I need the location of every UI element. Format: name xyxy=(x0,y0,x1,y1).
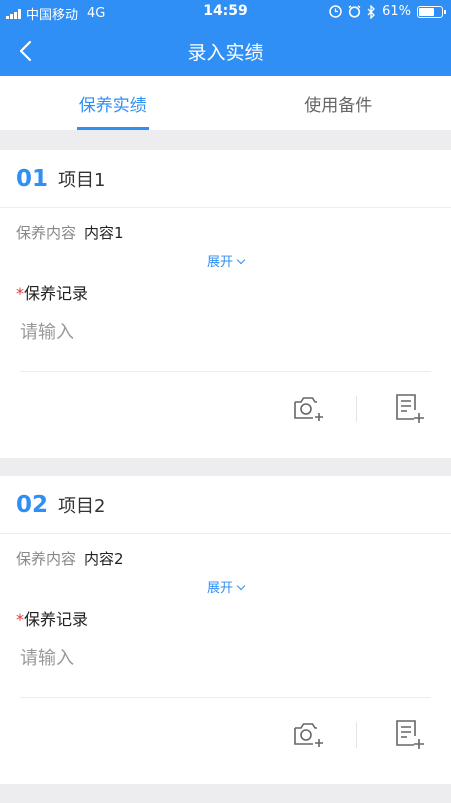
tab-maintenance-results[interactable]: 保养实绩 xyxy=(0,76,226,130)
content-value: 内容1 xyxy=(84,224,124,242)
content-value: 内容2 xyxy=(84,550,124,568)
content-row: 保养内容 内容2 xyxy=(0,548,451,569)
tab-active-indicator xyxy=(76,127,149,130)
page-title: 录入实绩 xyxy=(187,42,264,64)
required-mark: * xyxy=(16,284,24,303)
item-name: 项目2 xyxy=(58,495,106,517)
expand-button[interactable]: 展开 xyxy=(0,577,451,596)
expand-button[interactable]: 展开 xyxy=(0,251,451,270)
record-placeholder: 请输入 xyxy=(20,648,74,669)
top-bar: 中国移动 4G 14:59 61% 录入实绩 xyxy=(0,0,451,76)
tab-spare-parts[interactable]: 使用备件 xyxy=(226,76,451,130)
note-add-icon[interactable] xyxy=(394,718,424,750)
item-number: 02 xyxy=(16,491,49,518)
tab-label: 使用备件 xyxy=(304,96,373,116)
chevron-down-icon xyxy=(236,255,246,265)
expand-label: 展开 xyxy=(206,255,233,270)
required-mark: * xyxy=(16,610,24,629)
battery-fill xyxy=(419,7,434,16)
actions-divider xyxy=(356,722,357,748)
battery-icon xyxy=(417,5,446,18)
camera-add-icon[interactable] xyxy=(292,720,324,748)
item-number: 01 xyxy=(16,165,49,192)
tab-bar: 保养实绩 使用备件 xyxy=(0,76,451,130)
card-header: 01 项目1 xyxy=(0,150,451,208)
camera-add-icon[interactable] xyxy=(292,394,324,422)
tab-label: 保养实绩 xyxy=(78,96,147,116)
record-label: 保养记录 xyxy=(24,610,89,629)
note-add-icon[interactable] xyxy=(394,392,424,424)
item-card: 02 项目2 保养内容 内容2 展开 *保养记录 请输入 xyxy=(0,476,451,784)
record-input[interactable]: 请输入 xyxy=(20,630,431,698)
card-header: 02 项目2 xyxy=(0,476,451,534)
record-label: 保养记录 xyxy=(24,284,89,303)
status-bar: 中国移动 4G 14:59 61% xyxy=(0,0,451,26)
expand-label: 展开 xyxy=(206,581,233,596)
card-actions xyxy=(0,372,451,446)
record-placeholder: 请输入 xyxy=(20,322,74,343)
actions-divider xyxy=(356,396,357,422)
content-label: 保养内容 xyxy=(16,550,77,568)
card-actions xyxy=(0,698,451,772)
item-card: 01 项目1 保养内容 内容1 展开 *保养记录 请输入 xyxy=(0,150,451,458)
content-row: 保养内容 内容1 xyxy=(0,222,451,243)
chevron-down-icon xyxy=(236,581,246,591)
record-label-row: *保养记录 xyxy=(0,280,451,304)
record-input[interactable]: 请输入 xyxy=(20,304,431,372)
nav-bar: 录入实绩 xyxy=(0,26,451,76)
battery-percent: 61% xyxy=(382,4,411,19)
alarm-icon xyxy=(348,5,361,18)
record-label-row: *保养记录 xyxy=(0,606,451,630)
status-right: 61% xyxy=(329,4,446,19)
bluetooth-icon xyxy=(367,4,376,19)
item-name: 项目1 xyxy=(58,169,106,191)
clock-icon xyxy=(329,5,342,18)
content-label: 保养内容 xyxy=(16,224,77,242)
